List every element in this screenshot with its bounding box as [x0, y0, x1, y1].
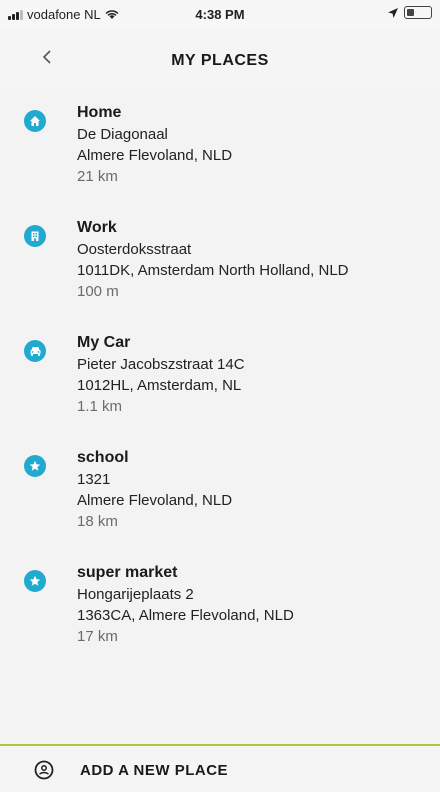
place-address-line1: Pieter Jacobszstraat 14C [77, 356, 245, 373]
add-new-place-button[interactable]: ADD A NEW PLACE [0, 746, 440, 792]
status-right [388, 6, 432, 19]
status-time: 4:38 PM [195, 7, 245, 22]
place-address-line1: 1321 [77, 471, 111, 488]
star-icon [24, 455, 46, 477]
home-icon [24, 110, 46, 132]
place-distance: 17 km [77, 628, 118, 645]
place-distance: 21 km [77, 168, 118, 185]
car-icon [24, 340, 46, 362]
place-address-line1: De Diagonaal [77, 126, 168, 143]
battery-icon [404, 6, 432, 19]
place-name: My Car [77, 334, 131, 351]
page-title: MY PLACES [171, 52, 269, 69]
place-name: super market [77, 564, 178, 581]
place-address-line2: 1012HL, Amsterdam, NL [77, 377, 242, 394]
add-place-icon [34, 760, 54, 780]
place-address-line2: Almere Flevoland, NLD [77, 147, 233, 164]
place-text: My Car Pieter Jacobszstraat 14C 1012HL, … [77, 332, 245, 417]
place-address-line1: Oosterdoksstraat [77, 241, 192, 258]
place-text: Work Oosterdoksstraat 1011DK, Amsterdam … [77, 217, 349, 302]
place-item-super-market[interactable]: super market Hongarijeplaats 2 1363CA, A… [0, 562, 440, 677]
place-distance: 100 m [77, 283, 119, 300]
nav-header: MY PLACES [0, 28, 440, 88]
place-address-line2: 1011DK, Amsterdam North Holland, NLD [77, 262, 349, 279]
place-name: Home [77, 104, 122, 121]
status-bar: vodafone NL 4:38 PM [0, 0, 440, 28]
star-icon [24, 570, 46, 592]
place-address-line2: 1363CA, Almere Flevoland, NLD [77, 607, 294, 624]
place-distance: 18 km [77, 513, 118, 530]
place-address-line2: Almere Flevoland, NLD [77, 492, 233, 509]
place-name: school [77, 449, 129, 466]
place-item-school[interactable]: school 1321 Almere Flevoland, NLD 18 km [0, 447, 440, 562]
place-name: Work [77, 219, 117, 236]
place-item-work[interactable]: Work Oosterdoksstraat 1011DK, Amsterdam … [0, 217, 440, 332]
place-text: super market Hongarijeplaats 2 1363CA, A… [77, 562, 294, 647]
place-item-home[interactable]: Home De Diagonaal Almere Flevoland, NLD … [0, 102, 440, 217]
place-text: school 1321 Almere Flevoland, NLD 18 km [77, 447, 232, 532]
location-arrow-icon [388, 7, 398, 18]
place-distance: 1.1 km [77, 398, 123, 415]
work-icon [24, 225, 46, 247]
place-text: Home De Diagonaal Almere Flevoland, NLD … [77, 102, 232, 187]
add-new-place-label: ADD A NEW PLACE [80, 762, 229, 779]
place-address-line1: Hongarijeplaats 2 [77, 586, 194, 603]
place-item-my-car[interactable]: My Car Pieter Jacobszstraat 14C 1012HL, … [0, 332, 440, 447]
